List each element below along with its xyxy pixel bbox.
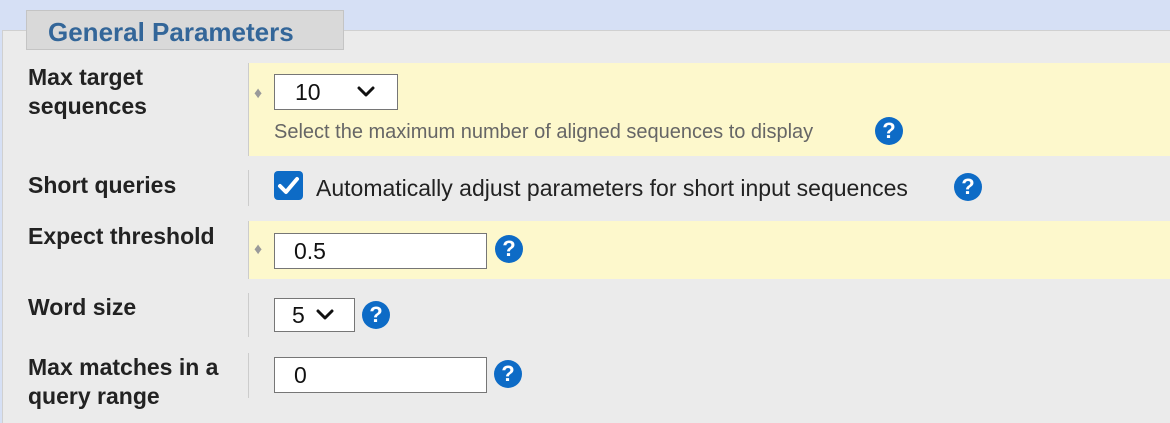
max-target-select[interactable]: 10 [274, 74, 398, 110]
max-matches-label: Max matches in a query range [28, 353, 218, 411]
expect-threshold-label: Expect threshold [28, 223, 215, 249]
short-queries-label: Short queries [28, 172, 177, 198]
word-size-label: Word size [28, 294, 137, 320]
expect-threshold-input[interactable]: 0.5 [274, 233, 487, 269]
row-divider [248, 221, 249, 279]
diamond-icon: ♦ [254, 85, 263, 102]
short-queries-checkbox[interactable] [274, 171, 303, 200]
help-icon[interactable]: ? [495, 235, 523, 263]
row-divider [248, 63, 249, 156]
row-divider [248, 353, 249, 398]
diamond-icon: ♦ [254, 241, 263, 258]
max-matches-label-line2: query range [28, 383, 160, 409]
max-target-hint: Select the maximum number of aligned seq… [274, 121, 814, 143]
max-target-label-line2: sequences [28, 93, 147, 119]
help-icon[interactable]: ? [954, 173, 982, 201]
max-matches-label-line1: Max matches in a [28, 354, 219, 380]
word-size-selected-value: 5 [292, 302, 305, 328]
help-icon[interactable]: ? [494, 360, 522, 388]
row-divider [248, 293, 249, 337]
help-icon[interactable]: ? [362, 301, 390, 329]
page: General Parameters Max target sequences … [0, 0, 1170, 423]
max-target-label: Max target sequences [28, 63, 147, 121]
checkmark-icon [278, 177, 299, 194]
help-icon[interactable]: ? [875, 117, 903, 145]
max-target-selected-value: 10 [295, 79, 321, 105]
chevron-down-icon [357, 86, 375, 97]
max-target-label-line1: Max target [28, 64, 144, 90]
word-size-select[interactable]: 5 [274, 298, 355, 332]
max-matches-input[interactable]: 0 [274, 357, 487, 393]
section-title[interactable]: General Parameters [26, 10, 344, 50]
row-divider [248, 170, 249, 206]
short-queries-checkbox-label[interactable]: Automatically adjust parameters for shor… [316, 174, 908, 203]
chevron-down-icon [316, 309, 334, 320]
